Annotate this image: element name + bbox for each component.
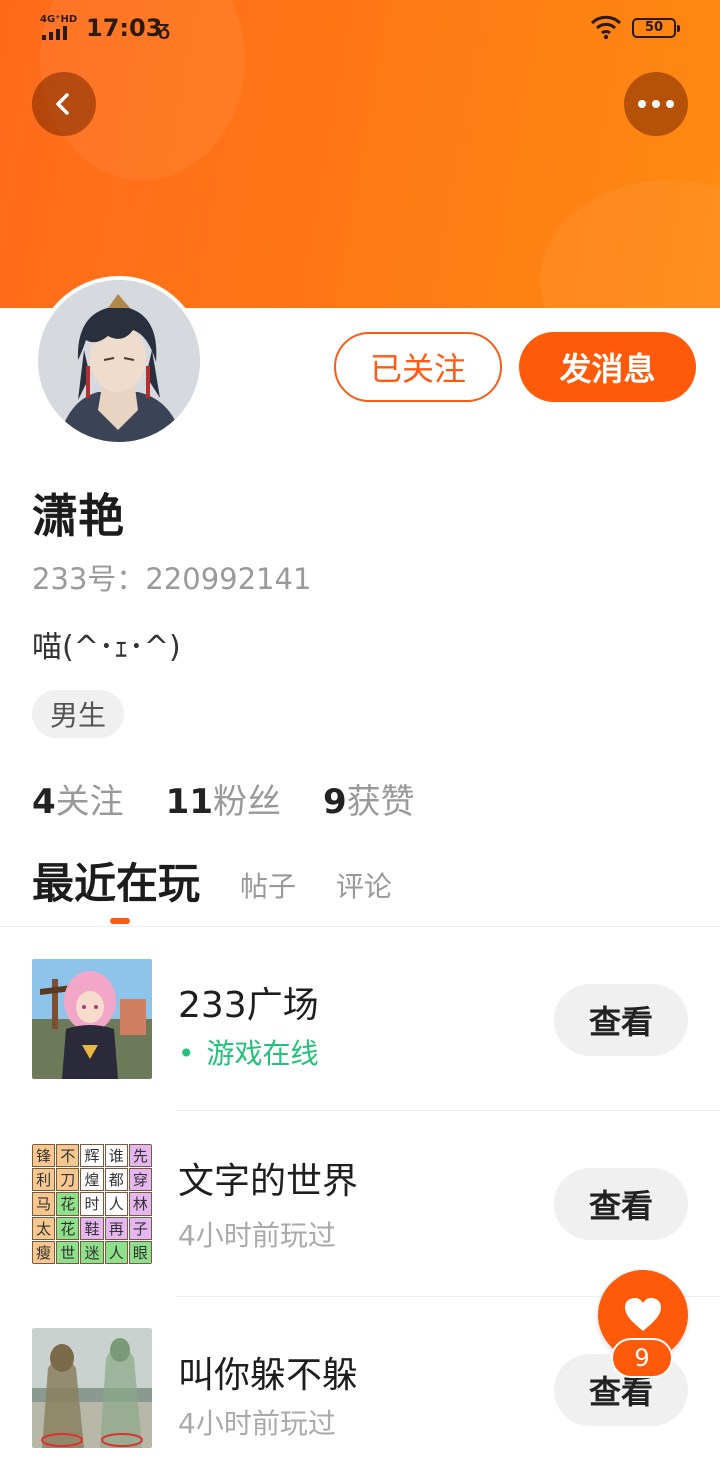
game-row[interactable]: 233广场 游戏在线 查看 — [0, 940, 720, 1100]
username: 潇艳 — [32, 489, 124, 543]
stat-count: 9 — [323, 782, 347, 822]
gender-tag: 男生 — [32, 690, 125, 738]
chevron-left-icon — [56, 93, 69, 115]
more-dots-icon — [638, 100, 674, 108]
word-tile: 花 — [56, 1192, 80, 1216]
game-thumbnail — [32, 959, 152, 1079]
game-name: 233广场 — [178, 985, 319, 1026]
stat-following[interactable]: 4关注 — [32, 774, 124, 823]
wifi-icon — [590, 14, 622, 44]
tab-comments[interactable]: 评论 — [336, 865, 392, 911]
header-decoration — [540, 180, 720, 308]
bio: 喵(^･ｪ･^) — [32, 630, 181, 665]
word-tile: 时 — [80, 1192, 104, 1216]
stat-count: 4 — [32, 782, 56, 822]
row-divider — [176, 1110, 720, 1111]
word-tile: 锋 — [32, 1144, 56, 1168]
avatar-frame[interactable] — [34, 276, 204, 446]
word-tile: 眼 — [128, 1240, 152, 1264]
profile-stats: 4关注 11粉丝 9获赞 — [32, 774, 415, 823]
word-tile: 子 — [128, 1216, 152, 1240]
word-tile: 先 — [128, 1144, 152, 1168]
game-status: 4小时前玩过 — [178, 1407, 336, 1440]
word-tile: 人 — [104, 1192, 128, 1216]
stat-label: 关注 — [55, 782, 124, 822]
word-tile: 瘦 — [32, 1240, 56, 1264]
word-tile: 都 — [104, 1168, 128, 1192]
more-button[interactable] — [624, 72, 688, 136]
network-type: 4G⁺HD — [40, 14, 78, 25]
tab-recently-played[interactable]: 最近在玩 — [32, 850, 200, 924]
word-tile: 煌 — [80, 1168, 104, 1192]
tab-posts[interactable]: 帖子 — [240, 865, 296, 911]
status-bar: 4G⁺HD 17:03 ᵹ 50 — [0, 0, 720, 56]
game-name: 叫你躲不躲 — [178, 1355, 359, 1396]
word-tile: 再 — [104, 1216, 128, 1240]
word-tile: 谁 — [104, 1144, 128, 1168]
stat-label: 粉丝 — [213, 782, 281, 822]
battery-icon: 50 — [632, 18, 680, 38]
back-button[interactable] — [32, 72, 96, 136]
user-id[interactable]: 233号：220992141 — [32, 556, 311, 598]
stat-likes[interactable]: 9获赞 — [323, 774, 415, 823]
send-message-button[interactable]: 发消息 — [519, 332, 696, 402]
signal-icon — [42, 26, 67, 40]
word-tile: 太 — [32, 1216, 56, 1240]
profile-tabs: 最近在玩 帖子 评论 — [32, 850, 392, 924]
word-tile: 人 — [104, 1240, 128, 1264]
word-tile: 林 — [128, 1192, 152, 1216]
word-tile: 花 — [56, 1216, 80, 1240]
heart-icon — [625, 1298, 661, 1331]
like-count-badge: 9 — [611, 1338, 673, 1378]
game-row[interactable]: 锋不辉谁先利刀煌都穿马花时人林太花鞋再子瘦世迷人眼 文字的世界 4小时前玩过 查… — [0, 1124, 720, 1284]
view-game-button[interactable]: 查看 — [554, 1168, 688, 1240]
word-tile: 马 — [32, 1192, 56, 1216]
stat-label: 获赞 — [346, 782, 415, 822]
word-tile: 辉 — [80, 1144, 104, 1168]
followed-button[interactable]: 已关注 — [334, 332, 502, 402]
word-tile: 世 — [56, 1240, 80, 1264]
tabs-divider — [0, 926, 720, 927]
notification-icon: ᵹ — [158, 16, 171, 40]
stat-followers[interactable]: 11粉丝 — [166, 774, 281, 823]
word-tile: 鞋 — [80, 1216, 104, 1240]
word-tile: 刀 — [56, 1168, 80, 1192]
word-tile: 迷 — [80, 1240, 104, 1264]
profile-header-banner: 4G⁺HD 17:03 ᵹ 50 — [0, 0, 720, 308]
status-time: 17:03 — [86, 14, 163, 42]
view-game-button[interactable]: 查看 — [554, 984, 688, 1056]
word-tile: 不 — [56, 1144, 80, 1168]
word-tile: 穿 — [128, 1168, 152, 1192]
game-status: 4小时前玩过 — [178, 1219, 336, 1252]
game-thumbnail: 锋不辉谁先利刀煌都穿马花时人林太花鞋再子瘦世迷人眼 — [32, 1144, 152, 1264]
word-grid-thumbnail: 锋不辉谁先利刀煌都穿马花时人林太花鞋再子瘦世迷人眼 — [32, 1144, 152, 1264]
game-name: 文字的世界 — [178, 1161, 359, 1202]
avatar — [38, 280, 200, 442]
word-tile: 利 — [32, 1168, 56, 1192]
game-status: 游戏在线 — [178, 1032, 319, 1072]
game-thumbnail — [32, 1328, 152, 1448]
stat-count: 11 — [165, 782, 213, 822]
